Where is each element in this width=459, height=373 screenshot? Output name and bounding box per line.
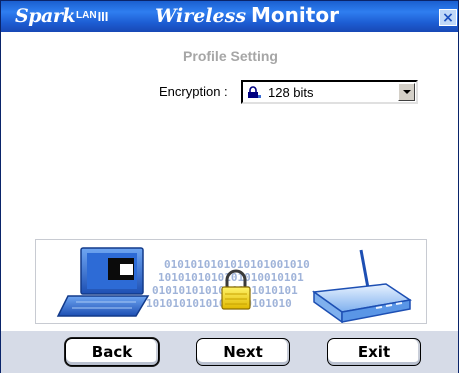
page-subtitle: Profile Setting [183, 48, 278, 64]
encryption-select-value: 128 bits [268, 85, 314, 100]
lock-icon [248, 86, 261, 98]
chevron-down-icon [403, 90, 411, 94]
app-title: Wireless Monitor [155, 3, 339, 29]
dropdown-button[interactable] [398, 83, 415, 101]
security-banner: 0101010101010101001010 10101010101010100… [35, 239, 427, 324]
sparklan-logo: Spark LAN III [15, 4, 108, 28]
back-button[interactable]: Back [65, 338, 159, 366]
app-title-wireless: Wireless [155, 5, 247, 27]
laptop-icon [56, 247, 150, 317]
exit-button[interactable]: Exit [327, 338, 421, 366]
next-button[interactable]: Next [196, 338, 290, 366]
banner-illustration: 0101010101010101001010 10101010101010100… [56, 247, 412, 323]
app-title-monitor: Monitor [251, 3, 339, 27]
logo-text-lan: LAN [76, 9, 97, 21]
title-bar[interactable]: Spark LAN III Wireless Monitor × [1, 1, 458, 32]
close-button[interactable]: × [439, 9, 457, 26]
encryption-select[interactable]: 128 bits [241, 80, 418, 104]
close-icon: × [442, 10, 454, 26]
encryption-label: Encryption : [159, 84, 228, 99]
binary-line: 1010101010101010101010 [146, 297, 292, 310]
logo-text-bars: III [97, 8, 109, 24]
router-icon [311, 249, 412, 323]
binary-line: 0101010101010101001010 [164, 258, 310, 271]
logo-text-spark: Spark [15, 5, 76, 27]
wizard-window: Spark LAN III Wireless Monitor × Profile… [0, 0, 459, 373]
